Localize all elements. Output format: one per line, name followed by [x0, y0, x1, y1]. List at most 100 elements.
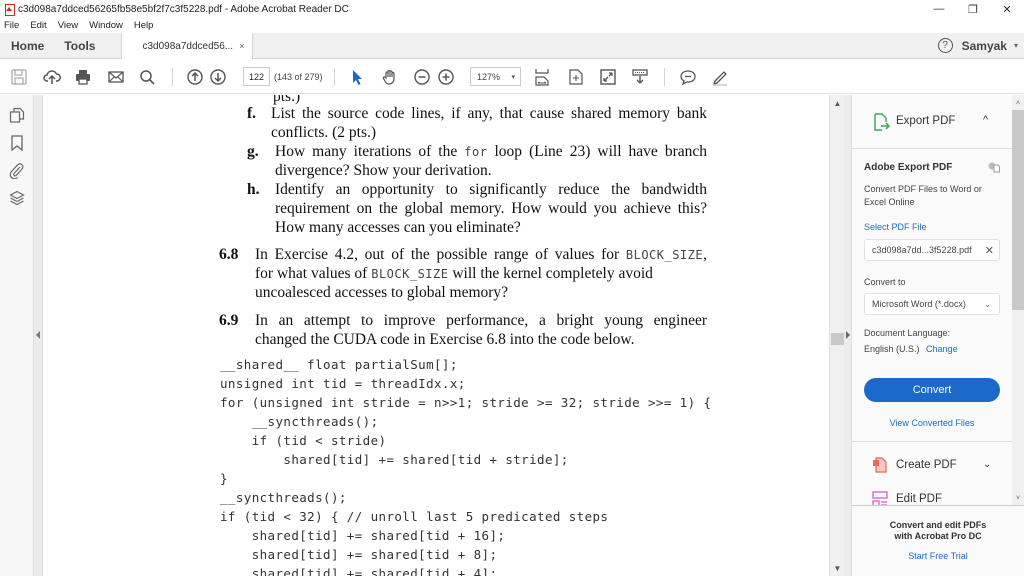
search-icon[interactable] [137, 67, 157, 87]
code-line: __syncthreads(); [220, 490, 347, 505]
question-label: h. [247, 181, 260, 198]
zoom-level-select[interactable]: 127% ▾ [470, 67, 521, 86]
layers-icon[interactable] [9, 190, 25, 206]
scroll-down-icon[interactable]: ˅ [1012, 493, 1024, 503]
page-number-input[interactable]: 122 [243, 67, 270, 86]
zoom-in-icon[interactable] [436, 67, 456, 87]
document-language-value: English (U.S.) [864, 344, 920, 354]
tools-pane-scrollbar[interactable]: ˄ ˅ [1012, 95, 1024, 505]
question-text: conflicts. (2 pts.) [271, 124, 377, 141]
scroll-up-icon[interactable]: ▲ [830, 97, 845, 109]
hand-tool-icon[interactable] [380, 67, 400, 87]
chevron-down-icon: ⌄ [984, 299, 991, 309]
close-button[interactable]: ✕ [990, 0, 1024, 18]
exercise-number: 6.8 [219, 246, 239, 263]
window-title: c3d098a7ddced56265fb58e5bf2f7c3f5228.pdf… [18, 3, 349, 15]
export-pdf-icon [872, 113, 891, 131]
toolbar-divider [334, 68, 335, 86]
clear-file-icon[interactable]: ✕ [985, 244, 994, 257]
scrollbar-thumb[interactable] [1012, 110, 1024, 310]
code-line: if (tid < 32) { // unroll last 5 predica… [220, 509, 609, 524]
tools-pane: Export PDF ^ Adobe Export PDF Convert PD… [852, 95, 1012, 576]
code-line: shared[tid] += shared[tid + stride]; [220, 452, 569, 467]
title-bar: c3d098a7ddced56265fb58e5bf2f7c3f5228.pdf… [0, 0, 1024, 18]
start-free-trial-link[interactable]: Start Free Trial [852, 551, 1024, 561]
tab-tools[interactable]: Tools [54, 33, 105, 58]
exercise-number: 6.9 [219, 312, 239, 329]
question-text: Identify an opportunity to significantly… [275, 181, 707, 198]
document-scrollbar[interactable]: ▲ ▼ [829, 95, 844, 576]
zoom-level-value: 127% [477, 71, 501, 82]
view-converted-files-link[interactable]: View Converted Files [852, 418, 1012, 428]
tab-document[interactable]: c3d098a7ddced56... × [121, 33, 254, 59]
menu-view[interactable]: View [58, 20, 78, 31]
help-icon[interactable]: ? [937, 38, 953, 53]
code-line: shared[tid] += shared[tid + 8]; [220, 547, 498, 562]
upload-cloud-icon[interactable] [42, 67, 62, 87]
user-menu[interactable]: Samyak [962, 39, 1007, 53]
acrobat-logo-icon [4, 4, 15, 16]
create-pdf-label: Create PDF [896, 459, 957, 471]
zoom-out-icon[interactable] [412, 67, 432, 87]
close-tab-icon[interactable]: × [239, 41, 244, 51]
fit-page-icon[interactable] [532, 67, 552, 87]
code-line: shared[tid] += shared[tid + 4]; [220, 566, 498, 576]
chevron-down-icon[interactable]: ⌄ [983, 459, 991, 470]
fullscreen-icon[interactable] [598, 67, 618, 87]
bookmark-icon[interactable] [9, 135, 25, 152]
convert-format-select[interactable]: Microsoft Word (*.docx) ⌄ [864, 293, 1000, 315]
highlight-pen-icon[interactable] [710, 67, 730, 87]
page-down-icon[interactable] [208, 67, 228, 87]
tab-home[interactable]: Home [0, 33, 54, 58]
export-description: Convert PDF Files to Word or Excel Onlin… [864, 184, 982, 207]
scroll-up-icon[interactable]: ˄ [1012, 98, 1024, 108]
rotate-scroll-icon[interactable] [566, 67, 586, 87]
menu-bar: File Edit View Window Help [0, 17, 1024, 33]
restore-button[interactable]: ❐ [956, 0, 990, 18]
cloud-document-icon [988, 160, 1000, 173]
document-language-label: Document Language: [864, 328, 951, 338]
expand-left-panel-icon[interactable] [36, 331, 40, 339]
tab-bar: Home Tools c3d098a7ddced56... × ? Samyak… [0, 33, 1024, 59]
toolbar-divider [664, 68, 665, 86]
menu-file[interactable]: File [4, 20, 19, 31]
convert-button[interactable]: Convert [864, 378, 1000, 402]
exercise-text: changed the CUDA code in Exercise 6.8 in… [255, 331, 635, 348]
adobe-export-title: Adobe Export PDF [864, 162, 953, 173]
question-text: How many iterations of the for loop (Lin… [275, 143, 707, 160]
scrollbar-thumb[interactable] [831, 333, 844, 345]
print-icon[interactable] [73, 67, 93, 87]
document-view: pts.) f. List the source code lines, if … [44, 95, 829, 576]
save-icon[interactable] [9, 67, 29, 87]
export-pdf-label: Export PDF [896, 115, 956, 127]
email-icon[interactable] [106, 67, 126, 87]
minimize-button[interactable]: — [922, 0, 956, 18]
user-caret-icon[interactable]: ▾ [1014, 41, 1018, 50]
scroll-down-icon[interactable]: ▼ [830, 562, 845, 574]
attachment-icon[interactable] [9, 163, 25, 180]
edit-pdf-label: Edit PDF [896, 493, 943, 505]
menu-window[interactable]: Window [89, 20, 123, 31]
export-pdf-header[interactable]: Export PDF ^ [852, 95, 1012, 149]
menu-help[interactable]: Help [134, 20, 154, 31]
question-label: f. [247, 105, 257, 122]
select-cursor-icon[interactable] [347, 67, 367, 87]
change-language-link[interactable]: Change [926, 344, 958, 354]
read-mode-icon[interactable] [630, 67, 650, 87]
chevron-up-icon[interactable]: ^ [983, 114, 988, 126]
document-language: English (U.S.) Change [864, 344, 958, 354]
page-thumbnails-icon[interactable] [9, 107, 25, 123]
collapse-right-panel-icon[interactable] [846, 331, 850, 339]
page-up-icon[interactable] [185, 67, 205, 87]
menu-edit[interactable]: Edit [30, 20, 46, 31]
page-count: (143 of 279) [274, 72, 323, 82]
document-tab-label: c3d098a7ddced56... [142, 40, 234, 52]
convert-format-value: Microsoft Word (*.docx) [872, 299, 966, 309]
promo-text: Convert and edit PDFs with Acrobat Pro D… [889, 520, 987, 541]
right-panel-collapse [844, 95, 852, 576]
comment-icon[interactable] [678, 67, 698, 87]
code-line: shared[tid] += shared[tid + 16]; [220, 528, 506, 543]
create-pdf-tool[interactable]: Create PDF ⌄ [852, 454, 1012, 478]
code-line: __shared__ float partialSum[]; [220, 357, 458, 372]
select-pdf-file-link[interactable]: Select PDF File [864, 222, 927, 232]
